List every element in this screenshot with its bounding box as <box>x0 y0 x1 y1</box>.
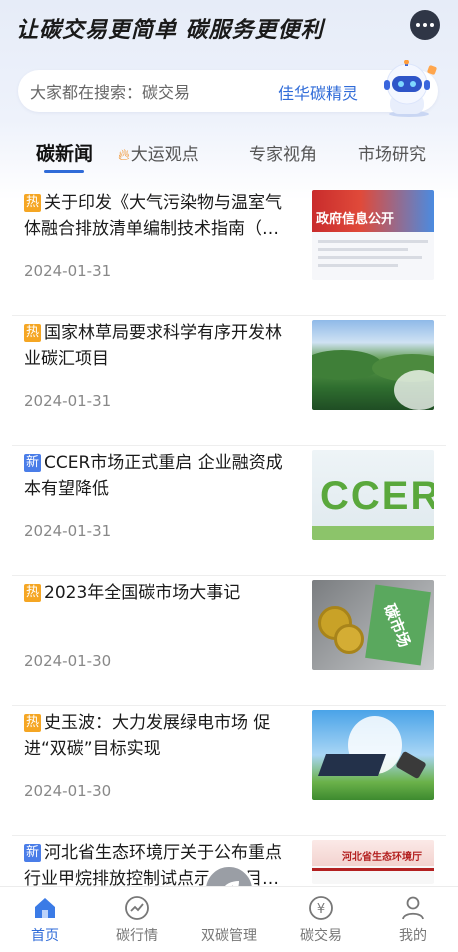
hot-badge: 热 <box>24 714 42 732</box>
svg-text:¥: ¥ <box>317 902 325 917</box>
assistant-label[interactable]: 佳华碳精灵 <box>278 80 358 104</box>
slogan: 让碳交易更简单 碳服务更便利 <box>16 18 324 43</box>
header: 让碳交易更简单 碳服务更便利 <box>0 0 458 56</box>
news-title: CCER市场正式重启 企业融资成本有望降低 <box>24 453 283 499</box>
home-icon <box>35 898 55 918</box>
message-icon[interactable] <box>410 10 440 40</box>
nav-mine[interactable]: 我的 <box>373 887 453 952</box>
tab-expert-view[interactable]: 专家视角 <box>249 140 317 165</box>
news-thumbnail: CCER <box>312 450 434 540</box>
bottom-navigation: 首页 碳行情 双碳管理 ¥ 碳交易 我的 <box>0 886 458 952</box>
thumb-caption: 政府信息公开 <box>316 212 395 227</box>
yuan-icon: ¥ <box>309 896 333 920</box>
thumb-caption: 碳市场 <box>380 600 415 650</box>
robot-assistant-icon[interactable] <box>378 60 440 118</box>
new-badge: 新 <box>24 454 42 472</box>
news-thumbnail: 河北省生态环境厅 <box>312 840 434 884</box>
news-date: 2024-01-31 <box>24 262 112 280</box>
news-thumbnail <box>312 320 434 410</box>
new-badge: 新 <box>24 844 42 862</box>
search-prefix: 大家都在搜索： <box>30 83 143 102</box>
tab-dayun-viewpoint[interactable]: 🔥︎大运观点 <box>118 140 199 165</box>
news-date: 2024-01-30 <box>24 652 112 670</box>
list-item[interactable]: 热 2023年全国碳市场大事记 2024-01-30 碳市场 <box>12 576 446 706</box>
thumb-caption: CCER <box>320 474 434 518</box>
list-item[interactable]: 热国家林草局要求科学有序开发林业碳汇项目 2024-01-31 <box>12 316 446 446</box>
hot-badge: 热 <box>24 324 42 342</box>
news-date: 2024-01-31 <box>24 392 112 410</box>
category-tabs: 碳新闻 🔥︎大运观点 专家视角 市场研究 <box>0 130 458 174</box>
news-thumbnail <box>312 710 434 800</box>
tab-market-research[interactable]: 市场研究 <box>358 140 426 165</box>
thumb-caption: 河北省生态环境厅 <box>342 852 422 863</box>
hot-badge: 热 <box>24 584 42 602</box>
tab-carbon-news[interactable]: 碳新闻 <box>36 139 93 166</box>
news-title: 国家林草局要求科学有序开发林业碳汇项目 <box>24 323 283 369</box>
search-bar[interactable]: 大家都在搜索： 碳交易 佳华碳精灵 <box>18 60 438 117</box>
fire-icon: 🔥︎ <box>118 145 130 164</box>
news-thumbnail: 政府信息公开 <box>312 190 434 280</box>
nav-dual-carbon[interactable]: 双碳管理 <box>189 887 269 952</box>
active-tab-indicator <box>44 170 84 173</box>
list-item[interactable]: 新 CCER市场正式重启 企业融资成本有望降低 2024-01-31 CCER <box>12 446 446 576</box>
news-title: 史玉波：大力发展绿电市场 促进“双碳”目标实现 <box>24 713 271 759</box>
trend-icon <box>125 896 149 920</box>
user-icon <box>402 896 424 920</box>
nav-carbon-trade[interactable]: ¥ 碳交易 <box>281 887 361 952</box>
news-date: 2024-01-30 <box>24 782 112 800</box>
list-item[interactable]: 热史玉波：大力发展绿电市场 促进“双碳”目标实现 2024-01-30 <box>12 706 446 836</box>
search-hot-term[interactable]: 碳交易 <box>142 79 190 103</box>
nav-home[interactable]: 首页 <box>5 887 85 952</box>
news-title: 2023年全国碳市场大事记 <box>44 583 241 603</box>
list-item[interactable]: 热关于印发《大气污染物与温室气体融合排放清单编制技术指南（试行）》的通知 202… <box>12 186 446 316</box>
news-title: 关于印发《大气污染物与温室气体融合排放清单编制技术指南（试行）》的通知 <box>24 193 283 239</box>
news-date: 2024-01-31 <box>24 522 112 540</box>
hot-badge: 热 <box>24 194 42 212</box>
nav-carbon-market[interactable]: 碳行情 <box>97 887 177 952</box>
news-thumbnail: 碳市场 <box>312 580 434 670</box>
